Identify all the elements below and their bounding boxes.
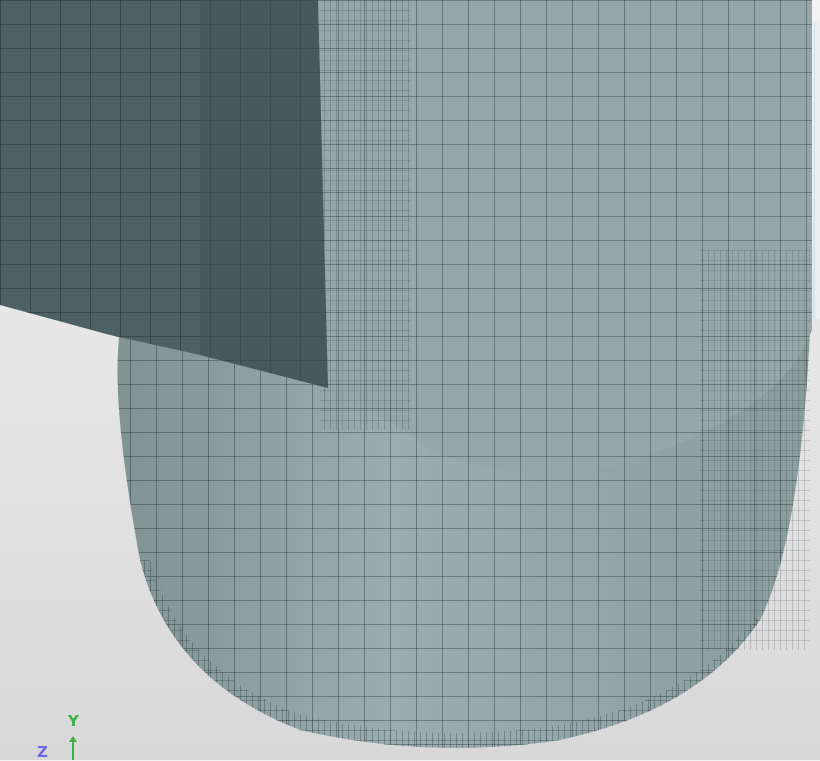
- side-panel-edge[interactable]: [814, 22, 820, 318]
- 3d-viewport[interactable]: [0, 0, 820, 760]
- axis-z-label: Z: [37, 743, 48, 761]
- axis-y-label: Y: [68, 712, 79, 730]
- y-axis-arrowhead: [69, 736, 77, 742]
- mesh-dark-block: [0, 0, 328, 388]
